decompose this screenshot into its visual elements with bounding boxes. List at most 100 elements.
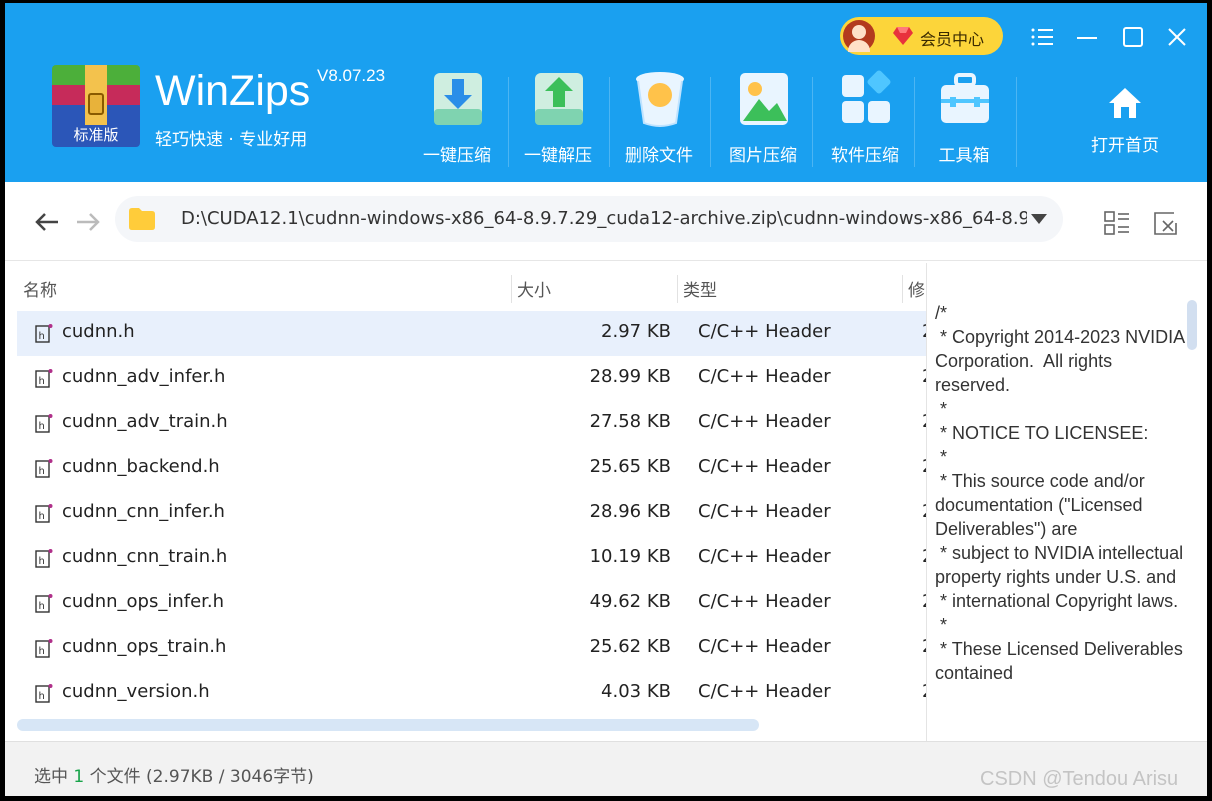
column-header-modified[interactable]: 修 [908, 276, 926, 301]
delete-icon [636, 72, 684, 127]
file-name: cudnn.h [62, 321, 135, 342]
file-type: C/C++ Header [698, 501, 831, 522]
file-type: C/C++ Header [698, 546, 831, 567]
svg-text:h: h [39, 466, 45, 477]
forward-arrow-icon[interactable] [73, 207, 103, 237]
file-name: cudnn_cnn_train.h [62, 546, 228, 567]
svg-text:h: h [39, 376, 45, 387]
file-name: cudnn_cnn_infer.h [62, 501, 225, 522]
file-size: 10.19 KB [589, 546, 671, 567]
toolbar-label: 软件压缩 [831, 146, 899, 166]
svg-text:h: h [39, 646, 45, 657]
file-name: cudnn_ops_train.h [62, 636, 227, 657]
address-toolbar: D:\CUDA12.1\cudnn-windows-x86_64-8.9.7.2… [5, 182, 1207, 261]
svg-text:h: h [39, 691, 45, 702]
svg-text:h: h [39, 421, 45, 432]
file-type: C/C++ Header [698, 366, 831, 387]
menu-icon[interactable] [1029, 23, 1057, 51]
svg-text:h: h [39, 601, 45, 612]
file-size: 28.99 KB [589, 366, 671, 387]
horizontal-scrollbar[interactable] [17, 719, 759, 731]
file-type: C/C++ Header [698, 411, 831, 432]
vip-label: 会员中心 [920, 30, 985, 49]
file-name: cudnn_adv_infer.h [62, 366, 226, 387]
svg-text:h: h [39, 331, 45, 342]
maximize-icon[interactable] [1119, 23, 1147, 51]
file-size: 2.97 KB [601, 321, 671, 342]
file-size: 4.03 KB [601, 681, 671, 702]
delete-button[interactable]: 删除文件 [609, 69, 709, 169]
preview-text: /* * Copyright 2014-2023 NVIDIA Corporat… [935, 303, 1185, 683]
file-type: C/C++ Header [698, 591, 831, 612]
file-row[interactable]: hcudnn_backend.h25.65 KBC/C++ Header2 [17, 446, 927, 491]
app-window: 标准版 WinZips V8.07.23 轻巧快速 · 专业好用 一键压缩 一键… [5, 3, 1207, 796]
toolbar-label: 一键压缩 [423, 146, 491, 166]
app-slogan: 轻巧快速 · 专业好用 [155, 130, 308, 150]
file-row[interactable]: hcudnn_cnn_infer.h28.96 KBC/C++ Header2 [17, 491, 927, 536]
file-size: 27.58 KB [589, 411, 671, 432]
header-file-icon: h [35, 549, 53, 568]
watermark: CSDN @Tendou Arisu [980, 768, 1179, 790]
file-type: C/C++ Header [698, 321, 831, 342]
header-file-icon: h [35, 369, 53, 388]
file-row[interactable]: hcudnn.h2.97 KBC/C++ Header2 [17, 311, 927, 356]
file-type: C/C++ Header [698, 681, 831, 702]
file-name: cudnn_adv_train.h [62, 411, 228, 432]
image-compress-icon [740, 73, 788, 125]
file-size: 28.96 KB [589, 501, 671, 522]
file-row[interactable]: hcudnn_version.h4.03 KBC/C++ Header2 [17, 671, 927, 716]
software-compress-icon [842, 70, 891, 123]
close-preview-icon[interactable] [1152, 209, 1180, 237]
file-size: 49.62 KB [589, 591, 671, 612]
header-file-icon: h [35, 684, 53, 703]
header-file-icon: h [35, 504, 53, 523]
toolbar-label: 删除文件 [625, 146, 693, 166]
file-row[interactable]: hcudnn_adv_infer.h28.99 KBC/C++ Header2 [17, 356, 927, 401]
minimize-icon[interactable] [1073, 23, 1101, 51]
image-compress-button[interactable]: 图片压缩 [713, 69, 813, 169]
winzips-logo: 标准版 [52, 65, 140, 147]
preview-pane: /* * Copyright 2014-2023 NVIDIA Corporat… [926, 263, 1207, 741]
diamond-icon [893, 27, 913, 45]
file-name: cudnn_ops_infer.h [62, 591, 225, 612]
file-name: cudnn_backend.h [62, 456, 220, 477]
vip-center-button[interactable]: 会员中心 [840, 17, 1003, 55]
app-version: V8.07.23 [317, 66, 386, 85]
back-arrow-icon[interactable] [32, 207, 62, 237]
software-compress-button[interactable]: 软件压缩 [815, 69, 915, 169]
address-path[interactable]: D:\CUDA12.1\cudnn-windows-x86_64-8.9.7.2… [181, 208, 1027, 229]
close-icon[interactable] [1163, 23, 1191, 51]
header: 标准版 WinZips V8.07.23 轻巧快速 · 专业好用 一键压缩 一键… [5, 3, 1207, 182]
svg-text:h: h [39, 556, 45, 567]
header-file-icon: h [35, 639, 53, 658]
svg-text:h: h [39, 511, 45, 522]
header-file-icon: h [35, 459, 53, 478]
extract-icon [535, 73, 583, 125]
home-label: 打开首页 [1091, 136, 1159, 156]
column-header-type[interactable]: 类型 [683, 276, 717, 301]
app-brand: WinZips [155, 67, 311, 115]
toolbox-icon [941, 73, 989, 123]
file-row[interactable]: hcudnn_ops_infer.h49.62 KBC/C++ Header2 [17, 581, 927, 626]
file-row[interactable]: hcudnn_ops_train.h25.62 KBC/C++ Header2 [17, 626, 927, 671]
toolbar-label: 图片压缩 [729, 146, 797, 166]
selection-status: 选中 1 个文件 (2.97KB / 3046字节) [34, 767, 314, 787]
open-home-button[interactable]: 打开首页 [1085, 85, 1165, 156]
view-mode-icon[interactable] [1103, 209, 1131, 237]
extract-button[interactable]: 一键解压 [508, 69, 608, 169]
folder-icon [129, 208, 155, 230]
address-bar[interactable]: D:\CUDA12.1\cudnn-windows-x86_64-8.9.7.2… [115, 196, 1063, 242]
column-header-name[interactable]: 名称 [23, 276, 57, 301]
toolbox-button[interactable]: 工具箱 [914, 69, 1014, 169]
edition-label: 标准版 [73, 126, 119, 144]
file-row[interactable]: hcudnn_adv_train.h27.58 KBC/C++ Header2 [17, 401, 927, 446]
header-file-icon: h [35, 414, 53, 433]
avatar [843, 20, 875, 52]
vertical-scrollbar[interactable] [1187, 300, 1197, 350]
toolbar-label: 一键解压 [524, 146, 592, 166]
chevron-down-icon[interactable] [1031, 212, 1047, 224]
file-type: C/C++ Header [698, 456, 831, 477]
column-header-size[interactable]: 大小 [517, 276, 551, 301]
compress-button[interactable]: 一键压缩 [407, 69, 507, 169]
file-row[interactable]: hcudnn_cnn_train.h10.19 KBC/C++ Header2 [17, 536, 927, 581]
